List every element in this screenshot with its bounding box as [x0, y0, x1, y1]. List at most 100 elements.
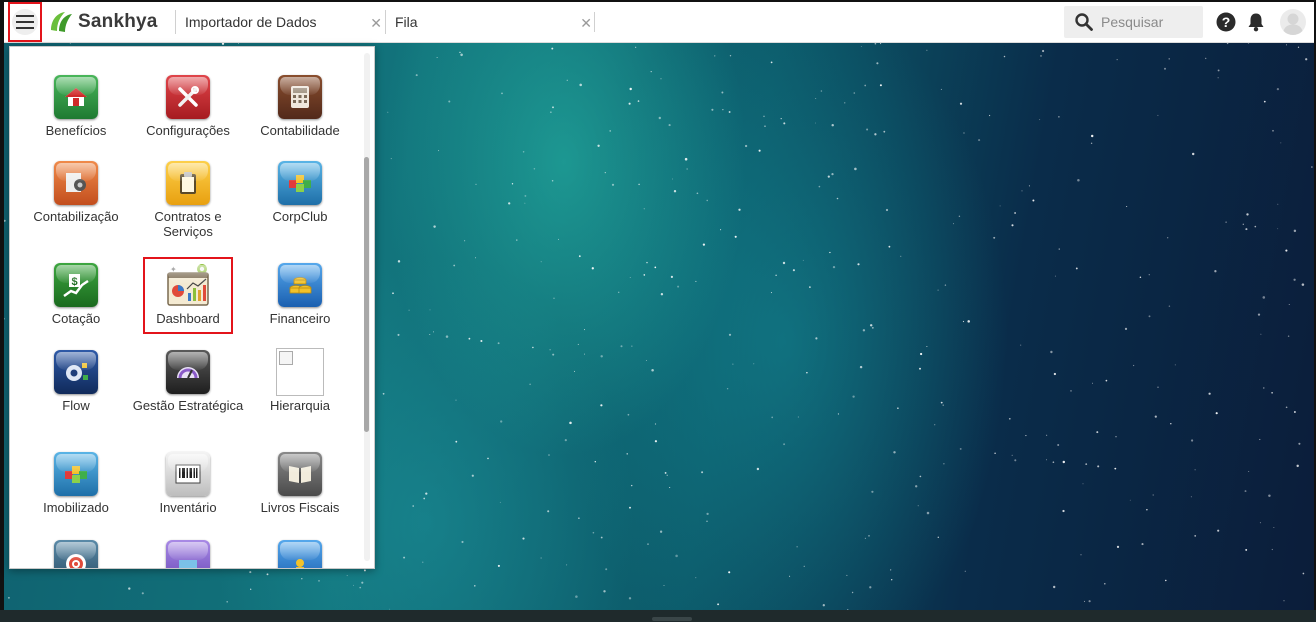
star [1129, 499, 1131, 501]
user-avatar-icon[interactable] [1280, 9, 1306, 35]
star [128, 587, 131, 590]
tab-fila[interactable]: Fila ✕ [385, 10, 592, 34]
star [301, 577, 303, 580]
question-circle-icon[interactable]: ? [1216, 12, 1236, 32]
menu-item-corpclub[interactable]: CorpClub [244, 161, 356, 224]
bell-icon[interactable] [1246, 12, 1266, 32]
star [1014, 459, 1017, 462]
star [1053, 585, 1056, 589]
star [1154, 415, 1157, 418]
menu-item-person[interactable] [244, 540, 356, 568]
star [579, 83, 582, 87]
star [701, 471, 704, 474]
menu-item-beneficios[interactable]: Benefícios [20, 75, 132, 138]
star [359, 586, 362, 589]
star [962, 320, 965, 323]
star [770, 292, 772, 294]
star [943, 463, 945, 465]
star [1003, 55, 1006, 58]
menu-item-configuracoes[interactable]: Configurações [132, 75, 244, 138]
star [738, 208, 741, 211]
star [758, 149, 761, 152]
menu-item-imobilizado[interactable]: Imobilizado [20, 452, 132, 515]
search-input[interactable] [1099, 13, 1203, 31]
star [1263, 387, 1265, 389]
star [1052, 461, 1055, 464]
star [1096, 431, 1099, 434]
star [686, 168, 688, 170]
menu-item-contabilizacao[interactable]: Contabilização [20, 161, 132, 224]
star [1271, 391, 1273, 394]
star [869, 324, 873, 327]
star [1042, 49, 1045, 53]
menu-item-hierarquia[interactable]: Hierarquia [244, 348, 356, 413]
star [412, 505, 415, 507]
star [1025, 435, 1027, 437]
star [815, 122, 816, 124]
search-box[interactable] [1064, 6, 1203, 38]
star [677, 285, 680, 288]
star [1301, 283, 1305, 286]
star [627, 413, 630, 416]
star [497, 564, 500, 567]
star [770, 61, 773, 64]
star [1191, 152, 1195, 156]
star [459, 51, 461, 54]
scrollbar-thumb[interactable] [364, 157, 369, 432]
star [1285, 249, 1288, 252]
svg-text:?: ? [1222, 14, 1231, 30]
star [584, 329, 586, 331]
brand-logo[interactable]: Sankhya [48, 10, 158, 34]
close-icon[interactable]: ✕ [580, 15, 592, 32]
menu-item-contratos-e-servicos[interactable]: Contratos e Serviços [132, 161, 244, 239]
star [1148, 315, 1151, 318]
menu-item-contabilidade[interactable]: Contabilidade [244, 75, 356, 138]
modules-menu-panel: Benefícios Configurações Contabilidade C… [9, 46, 375, 569]
menu-item-target[interactable] [20, 540, 132, 568]
star [1141, 543, 1144, 546]
star [471, 474, 474, 477]
search-icon [1075, 13, 1093, 31]
star [460, 53, 463, 57]
star [869, 586, 872, 589]
dollar-chart-icon: $ [54, 263, 98, 307]
star [672, 178, 673, 180]
close-icon[interactable]: ✕ [370, 15, 382, 32]
menu-item-flow[interactable]: Flow [20, 350, 132, 413]
star [547, 510, 550, 513]
star [468, 337, 471, 340]
star [937, 289, 939, 291]
star [1297, 46, 1300, 48]
star [1276, 87, 1280, 91]
menu-item-gestao-estrategica[interactable]: Gestão Estratégica [132, 350, 244, 413]
star [706, 512, 709, 516]
tab-importador-de-dados[interactable]: Importador de Dados ✕ [175, 10, 382, 34]
tab-label: Fila [395, 14, 418, 30]
star [1082, 483, 1084, 485]
star [792, 269, 795, 272]
calculator-icon [278, 75, 322, 119]
star [854, 167, 857, 171]
star [508, 202, 511, 205]
star [629, 87, 632, 91]
menu-item-financeiro[interactable]: Financeiro [244, 263, 356, 326]
star [448, 100, 451, 103]
star [1277, 228, 1279, 230]
star [1070, 390, 1072, 392]
star [1021, 190, 1023, 192]
menu-item-inventario[interactable]: Inventário [132, 452, 244, 515]
menu-item-window[interactable] [132, 540, 244, 568]
star [919, 352, 923, 356]
star [1167, 237, 1169, 239]
star [609, 130, 612, 132]
menu-button[interactable] [8, 2, 42, 42]
star [775, 274, 777, 276]
menu-item-cotacao[interactable]: $ Cotação [20, 263, 132, 326]
star [551, 180, 554, 182]
star [397, 260, 401, 263]
coins-icon [278, 263, 322, 307]
star [1260, 333, 1262, 335]
menu-item-livros-fiscais[interactable]: Livros Fiscais [244, 452, 356, 515]
star [438, 150, 440, 152]
star [964, 570, 966, 572]
